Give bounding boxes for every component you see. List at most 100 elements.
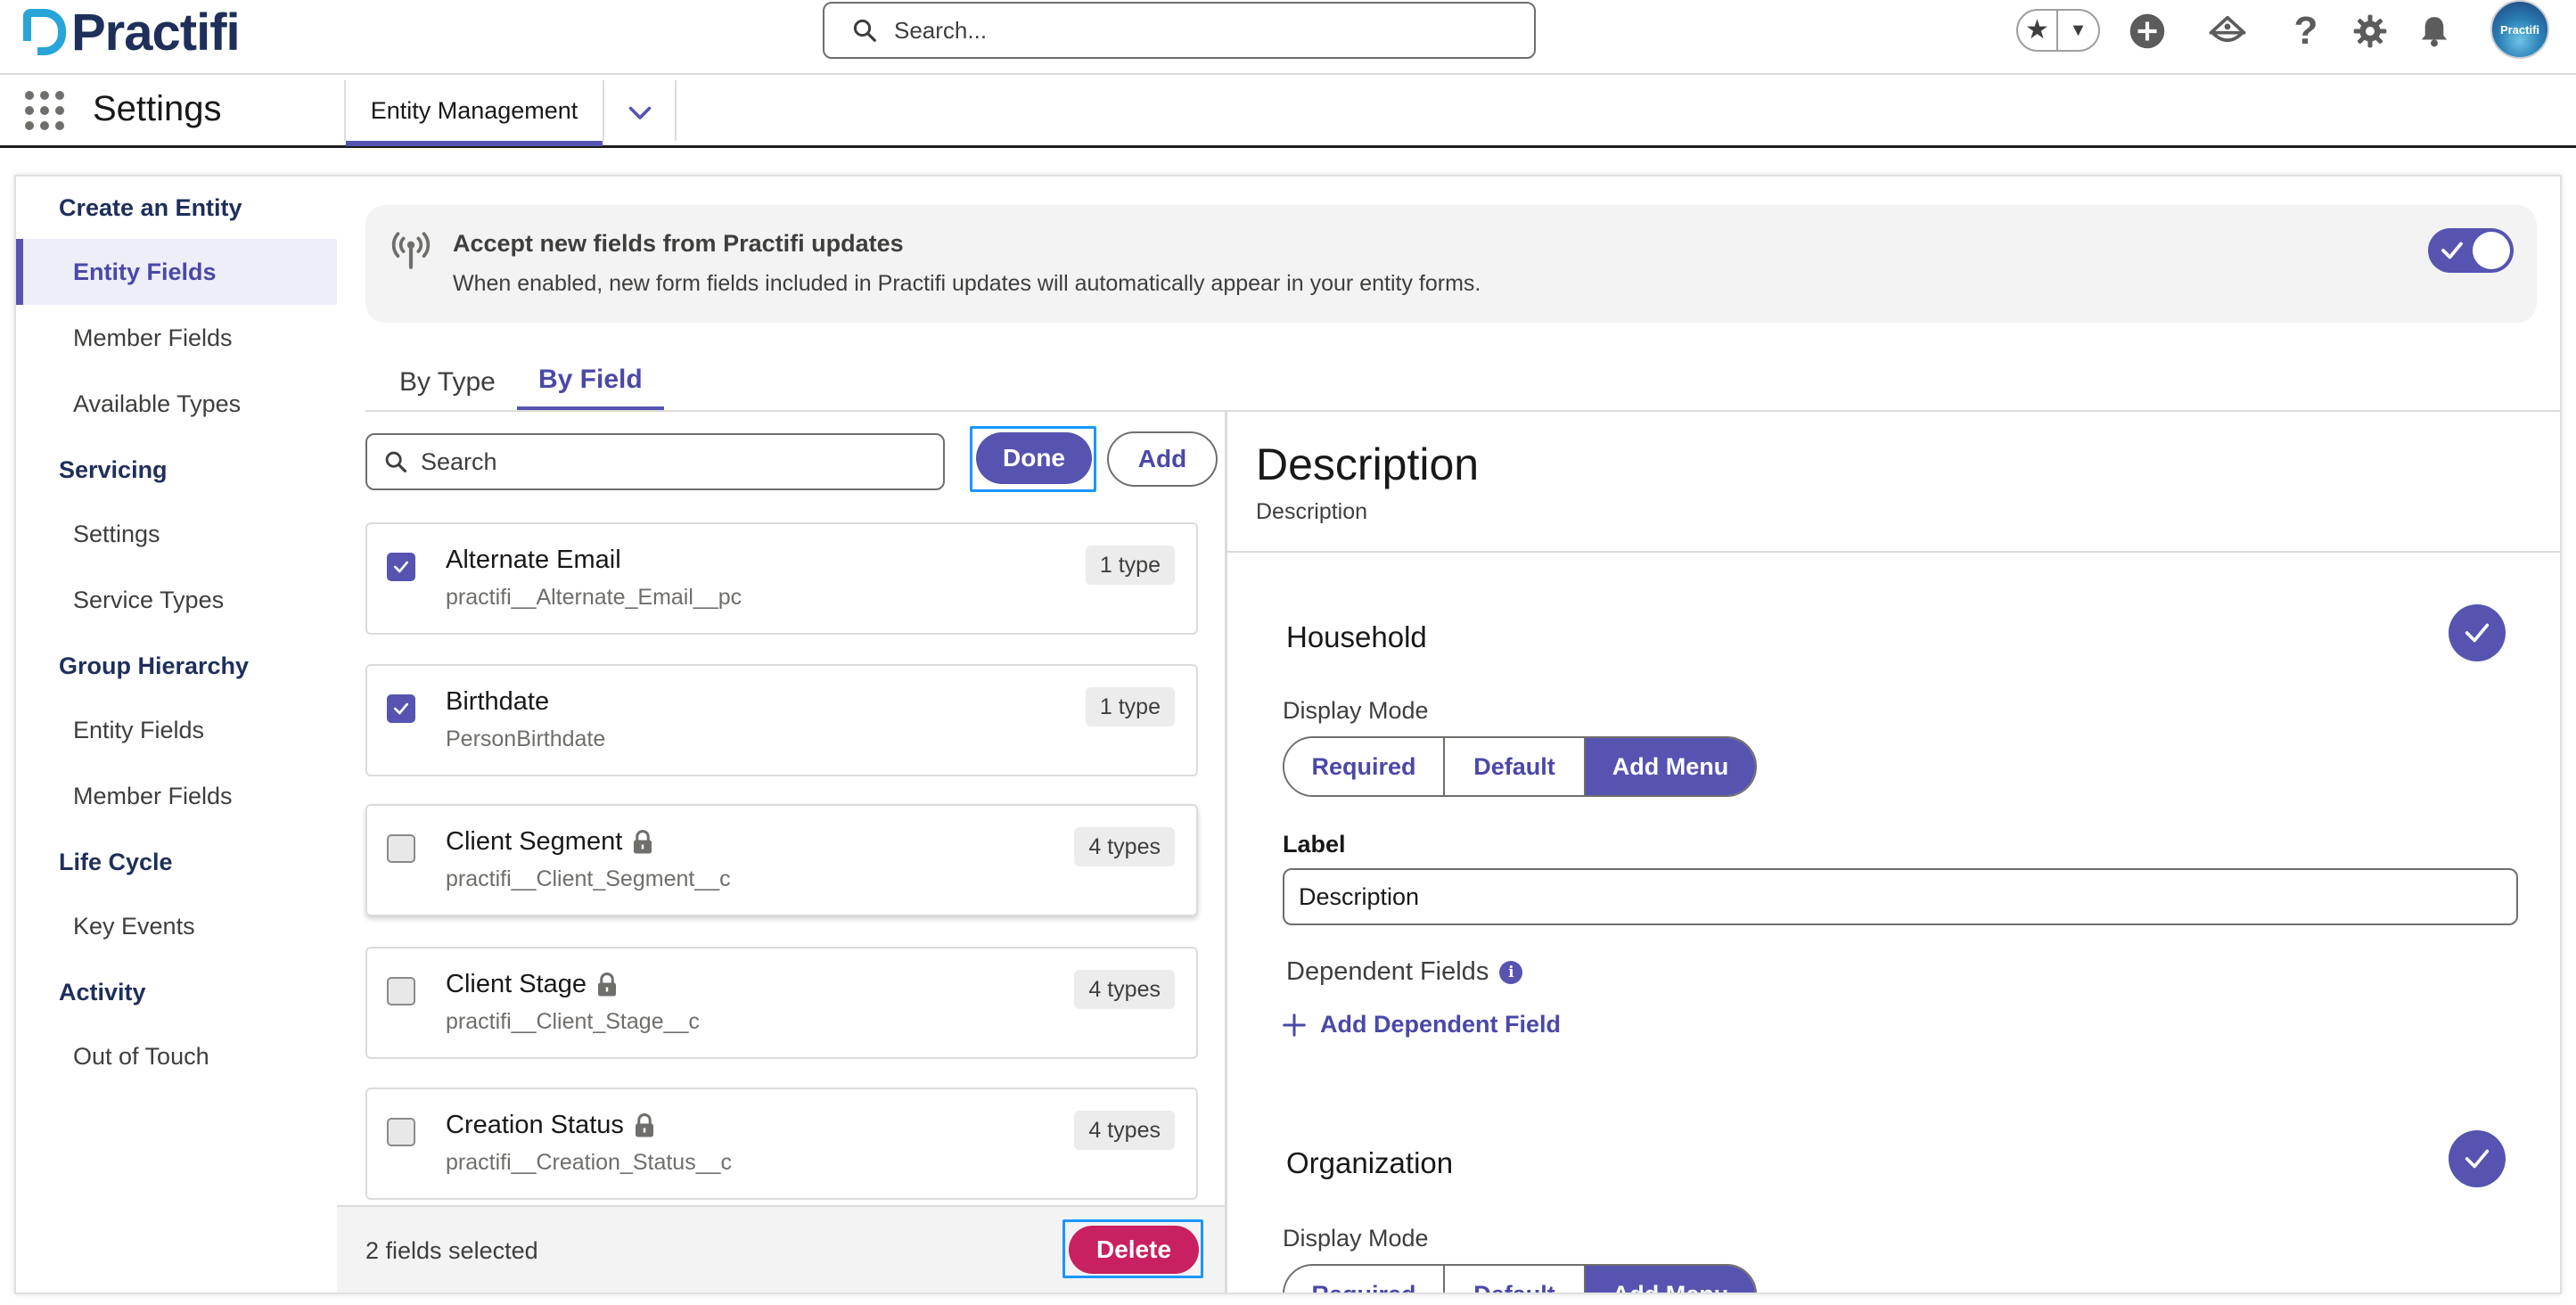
field-card-client-segment[interactable]: Client Segment practifi__Client_Segment_…: [365, 804, 1198, 916]
mode-add-menu-button[interactable]: Add Menu: [1586, 738, 1755, 795]
lock-icon: [635, 1112, 653, 1137]
app-name: Settings: [93, 89, 222, 128]
app-launcher-waffle-icon[interactable]: [25, 91, 64, 130]
avatar-text: Practifi: [2499, 22, 2540, 37]
mode-add-menu-button[interactable]: Add Menu: [1586, 1266, 1755, 1293]
info-icon[interactable]: i: [1499, 960, 1523, 984]
delete-button-focus-ring: Delete: [1062, 1219, 1203, 1278]
sidebar-item-out-of-touch[interactable]: Out of Touch: [16, 1023, 337, 1089]
add-dependent-field-button[interactable]: Add Dependent Field: [1281, 1011, 1561, 1038]
tab-by-field[interactable]: By Field: [517, 353, 664, 412]
done-button-focus-ring: Done: [970, 426, 1096, 492]
settings-card: Create an Entity Entity Fields Member Fi…: [14, 175, 2562, 1294]
type-count-badge: 4 types: [1074, 827, 1175, 866]
user-avatar[interactable]: Practifi: [2490, 0, 2549, 59]
field-card-client-stage[interactable]: Client Stage practifi__Client_Stage__c 4…: [365, 947, 1198, 1059]
global-search-placeholder: Search...: [894, 16, 988, 44]
sidebar-item-hierarchy-member-fields[interactable]: Member Fields: [16, 763, 337, 829]
field-name-text: Client Stage: [446, 970, 587, 998]
logo-mark-icon: [23, 9, 66, 55]
search-icon: [853, 19, 876, 42]
field-search-input[interactable]: [421, 447, 920, 476]
setup-gear-icon[interactable]: [2350, 11, 2391, 52]
broadcast-antenna-icon: [389, 228, 433, 273]
global-create-plus-icon[interactable]: [2127, 11, 2168, 52]
favorites-menu-chevron-icon[interactable]: ▼: [2058, 21, 2098, 41]
tab-by-type[interactable]: By Type: [378, 353, 517, 412]
logo-text: Practifi: [71, 3, 241, 62]
selection-footer: 2 fields selected Delete: [337, 1205, 1225, 1293]
household-enabled-check-icon[interactable]: [2449, 604, 2506, 661]
mode-default-button[interactable]: Default: [1445, 738, 1586, 795]
field-api-name: practifi__Alternate_Email__pc: [446, 585, 742, 610]
detail-divider: [1227, 551, 2560, 553]
sidebar-group-life-cycle: Life Cycle: [59, 849, 173, 875]
updates-banner: Accept new fields from Practifi updates …: [365, 205, 2537, 323]
delete-button[interactable]: Delete: [1069, 1226, 1199, 1274]
field-checkbox[interactable]: [387, 834, 415, 863]
lock-icon: [598, 972, 616, 996]
mode-default-button[interactable]: Default: [1445, 1266, 1586, 1293]
trailhead-guidance-icon[interactable]: [2207, 11, 2248, 52]
field-card-birthdate[interactable]: Birthdate PersonBirthdate 1 type: [365, 664, 1198, 776]
field-name-text: Client Segment: [446, 827, 623, 856]
app-navigation-bar: Settings Entity Management: [0, 75, 2576, 148]
sidebar-group-servicing: Servicing: [59, 456, 168, 483]
section-title-organization: Organization: [1286, 1146, 1454, 1179]
sidebar-item-servicing-settings[interactable]: Settings: [16, 501, 337, 567]
sidebar-group-activity: Activity: [59, 979, 146, 1005]
sidebar-item-service-types[interactable]: Service Types: [16, 567, 337, 633]
mode-required-button[interactable]: Required: [1284, 738, 1445, 795]
toggle-knob: [2473, 232, 2510, 269]
mode-required-button[interactable]: Required: [1284, 1266, 1445, 1293]
field-checkbox[interactable]: [387, 1118, 415, 1146]
dependent-fields-title: Dependent Fields: [1286, 957, 1489, 986]
display-mode-label: Display Mode: [1283, 1225, 1429, 1252]
field-name: Alternate Email: [446, 546, 621, 575]
practifi-logo[interactable]: Practifi: [23, 3, 241, 62]
nav-divider: [675, 80, 677, 141]
label-input[interactable]: Description: [1283, 868, 2518, 925]
field-api-name: practifi__Client_Segment__c: [446, 866, 731, 891]
field-api-name: practifi__Client_Stage__c: [446, 1009, 700, 1034]
global-search-input[interactable]: Search...: [823, 2, 1536, 59]
accept-updates-toggle[interactable]: [2428, 228, 2514, 273]
type-count-badge: 1 type: [1085, 546, 1175, 585]
sidebar-item-available-types[interactable]: Available Types: [16, 371, 337, 437]
sidebar-item-key-events[interactable]: Key Events: [16, 893, 337, 959]
field-card-creation-status[interactable]: Creation Status practifi__Creation_Statu…: [365, 1088, 1198, 1200]
nav-menu-chevron-down-icon[interactable]: [624, 96, 656, 128]
sidebar-item-entity-fields[interactable]: Entity Fields: [16, 239, 337, 305]
field-card-alternate-email[interactable]: Alternate Email practifi__Alternate_Emai…: [365, 522, 1198, 635]
detail-title: Description: [1256, 439, 1480, 489]
display-mode-segmented-control: Required Default Add Menu: [1283, 1264, 1757, 1293]
field-checkbox[interactable]: [387, 694, 415, 723]
done-button[interactable]: Done: [976, 432, 1092, 484]
nav-tab-entity-management[interactable]: Entity Management: [346, 80, 603, 146]
field-name: Birthdate: [446, 687, 549, 717]
sidebar-item-hierarchy-entity-fields[interactable]: Entity Fields: [16, 697, 337, 763]
sidebar-item-member-fields[interactable]: Member Fields: [16, 305, 337, 371]
field-name-text: Creation Status: [446, 1111, 624, 1139]
field-name: Client Stage: [446, 970, 619, 999]
field-checkbox[interactable]: [387, 977, 415, 1005]
global-header: Practifi Search... ★ ▼ ? Practifi: [0, 0, 2576, 75]
label-field-title: Label: [1283, 831, 1346, 858]
field-detail-panel: Description Description Household Displa…: [1227, 412, 2560, 1293]
plus-icon: [1283, 1013, 1306, 1037]
help-question-icon[interactable]: ?: [2285, 9, 2326, 53]
add-dependent-field-label: Add Dependent Field: [1320, 1011, 1561, 1038]
field-checkbox[interactable]: [387, 553, 415, 581]
section-title-household: Household: [1286, 620, 1427, 653]
field-name: Client Segment: [446, 827, 654, 857]
selected-count-text: 2 fields selected: [365, 1237, 538, 1264]
favorites-star-icon[interactable]: ★: [2018, 11, 2059, 50]
add-field-button[interactable]: Add: [1107, 431, 1218, 487]
field-name-text: Alternate Email: [446, 546, 621, 574]
favorites-button-group: ★ ▼: [2016, 9, 2100, 52]
lock-icon: [634, 829, 652, 853]
toggle-check-icon: [2441, 242, 2463, 259]
organization-enabled-check-icon[interactable]: [2449, 1130, 2506, 1187]
notifications-bell-icon[interactable]: [2414, 11, 2455, 52]
banner-description: When enabled, new form fields included i…: [453, 271, 1481, 296]
